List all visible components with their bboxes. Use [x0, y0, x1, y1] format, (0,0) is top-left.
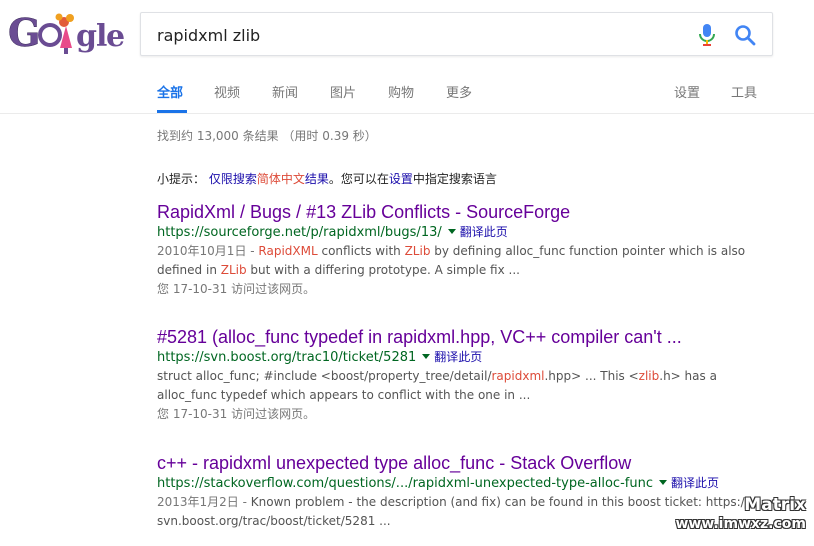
search-result: RapidXml / Bugs / #13 ZLib Conflicts - S…: [157, 201, 757, 299]
result-stats: 找到约 13,000 条结果 （用时 0.39 秒）: [157, 129, 377, 143]
google-doodle-logo[interactable]: G g l e: [6, 8, 126, 58]
search-result: c++ - rapidxml unexpected type alloc_fun…: [157, 452, 757, 531]
watermark-line-2: www.imwxz.com: [675, 516, 806, 532]
tab-all[interactable]: 全部: [157, 82, 183, 101]
microphone-icon[interactable]: [696, 23, 718, 47]
svg-text:G: G: [8, 10, 40, 55]
tab-shopping[interactable]: 购物: [388, 82, 414, 101]
header: G g l e 全部 视频 新闻 图片 购物 更多 设置 工具: [0, 0, 814, 114]
tab-news[interactable]: 新闻: [272, 82, 298, 101]
translate-link[interactable]: 翻译此页: [671, 476, 719, 490]
restrict-language-link[interactable]: 仅限搜索简体中文结果: [209, 172, 329, 186]
result-url: https://stackoverflow.com/questions/.../…: [157, 476, 653, 491]
watermark: Matrix www.imwxz.com: [675, 495, 806, 532]
result-title-link[interactable]: c++ - rapidxml unexpected type alloc_fun…: [157, 452, 757, 474]
result-title-link[interactable]: RapidXml / Bugs / #13 ZLib Conflicts - S…: [157, 201, 757, 223]
visited-note: 您 17-10-31 访问过该网页。: [157, 407, 316, 421]
hint-prefix: 小提示：: [157, 172, 206, 186]
url-menu-caret-icon[interactable]: [658, 480, 667, 485]
tab-images[interactable]: 图片: [330, 82, 356, 101]
search-box[interactable]: [140, 12, 773, 56]
result-url: https://sourceforge.net/p/rapidxml/bugs/…: [157, 225, 442, 240]
svg-text:g: g: [76, 19, 97, 54]
hint-settings-link[interactable]: 设置: [389, 172, 413, 186]
svg-text:e: e: [106, 19, 125, 54]
search-input[interactable]: [157, 23, 677, 47]
tools-button[interactable]: 工具: [731, 82, 757, 101]
watermark-line-1: Matrix: [744, 495, 806, 515]
language-hint: 小提示： 仅限搜索简体中文结果。您可以在设置中指定搜索语言: [157, 170, 497, 187]
result-snippet: 2013年1月2日 - Known problem - the descript…: [157, 495, 749, 528]
tab-videos[interactable]: 视频: [214, 82, 240, 101]
result-snippet: struct alloc_func; #include <boost/prope…: [157, 369, 717, 402]
visited-note: 您 17-10-31 访问过该网页。: [157, 282, 316, 296]
hint-middle: 。您可以在: [328, 172, 389, 186]
result-title-link[interactable]: #5281 (alloc_func typedef in rapidxml.hp…: [157, 326, 757, 348]
search-result: #5281 (alloc_func typedef in rapidxml.hp…: [157, 326, 757, 424]
result-url: https://svn.boost.org/trac10/ticket/5281: [157, 350, 417, 365]
url-menu-caret-icon[interactable]: [447, 229, 456, 234]
active-tab-indicator: [157, 110, 187, 113]
result-snippet: 2010年10月1日 - RapidXML conflicts with ZLi…: [157, 244, 746, 277]
search-icon[interactable]: [733, 23, 757, 47]
translate-link[interactable]: 翻译此页: [434, 350, 482, 364]
hint-suffix: 中指定搜索语言: [412, 172, 497, 186]
translate-link[interactable]: 翻译此页: [460, 225, 508, 239]
tab-more[interactable]: 更多: [446, 82, 472, 101]
url-menu-caret-icon[interactable]: [422, 354, 431, 359]
settings-button[interactable]: 设置: [674, 82, 700, 101]
